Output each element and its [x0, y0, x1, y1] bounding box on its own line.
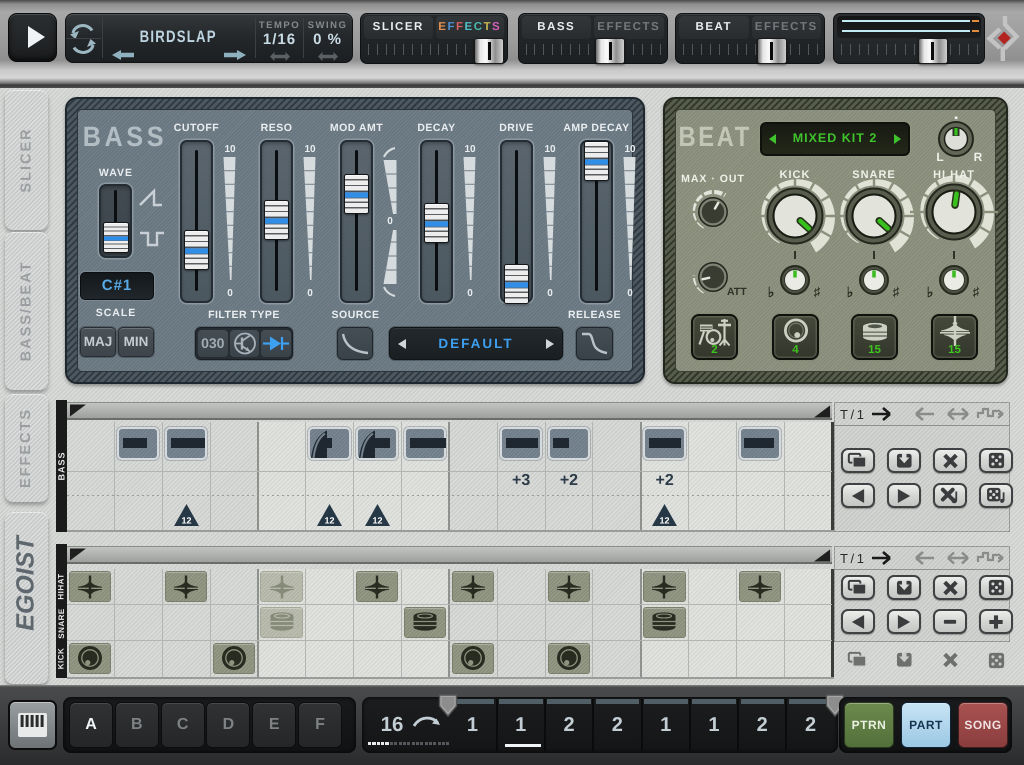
svg-text:12: 12 — [325, 516, 335, 526]
svg-text:12: 12 — [372, 516, 382, 526]
svg-text:12: 12 — [181, 516, 191, 526]
svg-text:12: 12 — [660, 516, 670, 526]
